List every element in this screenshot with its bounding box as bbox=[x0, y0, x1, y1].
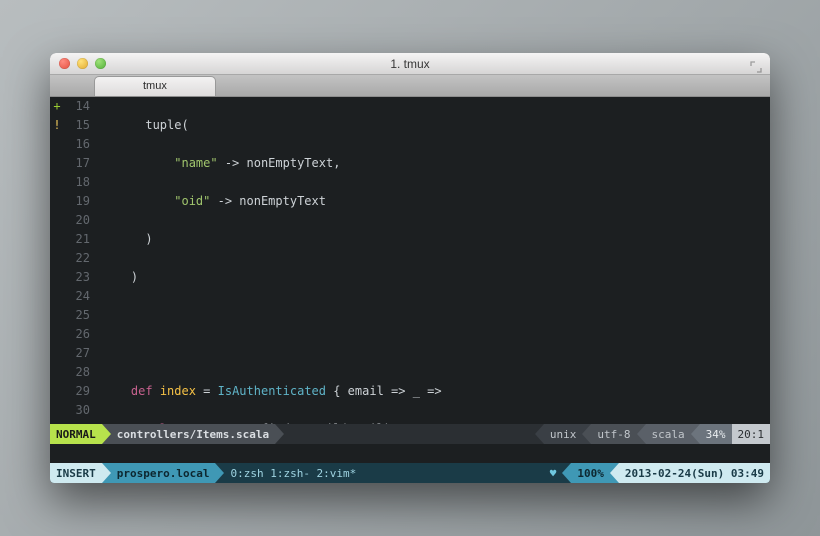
close-icon[interactable] bbox=[59, 58, 70, 69]
line-numbers: 14 15 16 17 18 19 20 21 22 23 24 25 26 2… bbox=[64, 97, 98, 424]
file-charset: utf-8 bbox=[591, 424, 636, 444]
file-path: controllers/Items.scala bbox=[111, 424, 275, 444]
titlebar[interactable]: 1. tmux bbox=[50, 53, 770, 75]
window-title: 1. tmux bbox=[50, 57, 770, 71]
cursor-position: 20:1 bbox=[732, 424, 771, 444]
hostname: prospero.local bbox=[111, 463, 216, 483]
sign-added: + bbox=[50, 97, 64, 116]
heart-icon: ♥ bbox=[544, 463, 563, 483]
battery-percent: 100% bbox=[571, 463, 610, 483]
code-line: "oid" -> nonEmptyText bbox=[102, 192, 770, 211]
code-line: ) bbox=[102, 230, 770, 249]
terminal-window: 1. tmux tmux + ! 14 bbox=[50, 53, 770, 483]
code-line bbox=[102, 306, 770, 325]
code-line: def index = IsAuthenticated { email => _… bbox=[102, 382, 770, 401]
traffic-lights bbox=[59, 58, 106, 69]
vim-mode: NORMAL bbox=[50, 424, 102, 444]
filetype: scala bbox=[646, 424, 691, 444]
file-encoding: unix bbox=[544, 424, 583, 444]
code-line bbox=[102, 344, 770, 363]
fullscreen-icon[interactable] bbox=[750, 58, 762, 70]
code-line: ) bbox=[102, 268, 770, 287]
sign-column: + ! bbox=[50, 97, 64, 424]
code-area[interactable]: tuple( "name" -> nonEmptyText, "oid" -> … bbox=[98, 97, 770, 424]
tab-tmux[interactable]: tmux bbox=[94, 76, 216, 96]
editor-pane[interactable]: + ! 14 15 16 17 18 19 20 21 22 23 24 25 … bbox=[50, 97, 770, 424]
code-line: tuple( bbox=[102, 116, 770, 135]
gap-row bbox=[50, 444, 770, 463]
tmux-windows[interactable]: 0:zsh 1:zsh- 2:vim* bbox=[224, 463, 543, 483]
tmux-mode: INSERT bbox=[50, 463, 102, 483]
minimize-icon[interactable] bbox=[77, 58, 88, 69]
vim-statusline: NORMAL controllers/Items.scala unix utf-… bbox=[50, 424, 770, 444]
zoom-icon[interactable] bbox=[95, 58, 106, 69]
tab-bar: tmux bbox=[50, 75, 770, 97]
code-line: "name" -> nonEmptyText, bbox=[102, 154, 770, 173]
sign-modified: ! bbox=[50, 116, 64, 135]
datetime: 2013-02-24(Sun) 03:49 bbox=[619, 463, 770, 483]
scroll-percent: 34% bbox=[700, 424, 732, 444]
tmux-statusline: INSERT prospero.local 0:zsh 1:zsh- 2:vim… bbox=[50, 463, 770, 483]
